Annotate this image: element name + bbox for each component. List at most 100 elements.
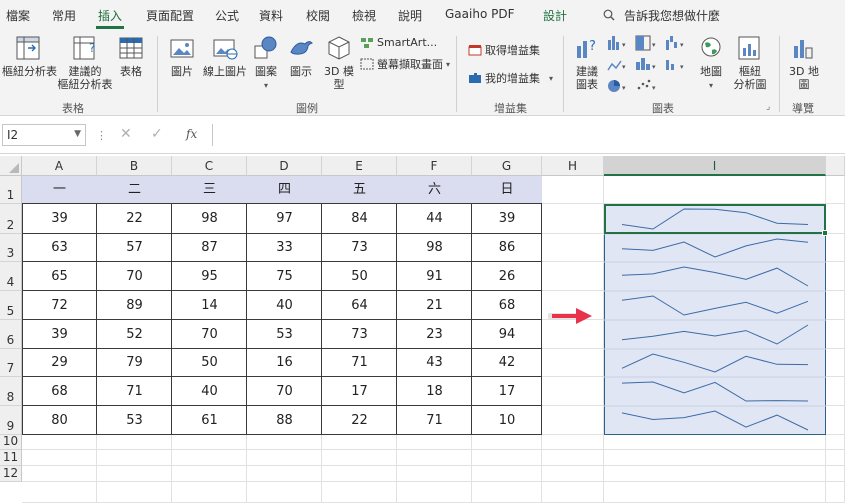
table-cell[interactable]: 87 <box>172 234 247 262</box>
table-cell[interactable]: 39 <box>22 320 97 349</box>
fill-handle[interactable] <box>822 230 828 236</box>
row-header-7[interactable]: 7 <box>0 349 22 377</box>
recommended-pivot-button[interactable]: ? 建議的 樞紐分析表 <box>56 34 114 91</box>
table-cell[interactable]: 70 <box>247 377 322 406</box>
table-cell[interactable]: 40 <box>247 291 322 320</box>
table-cell[interactable]: 17 <box>472 377 542 406</box>
table-cell[interactable]: 70 <box>172 320 247 349</box>
row-header-8[interactable]: 8 <box>0 377 22 406</box>
table-cell[interactable]: 98 <box>397 234 472 262</box>
table-cell[interactable]: 22 <box>97 204 172 234</box>
table-cell[interactable]: 57 <box>97 234 172 262</box>
row-header-2[interactable]: 2 <box>0 204 22 234</box>
row-header-10[interactable]: 10 <box>0 434 22 450</box>
table-cell[interactable]: 94 <box>472 320 542 349</box>
column-header-h[interactable]: H <box>542 156 604 176</box>
table-cell[interactable]: 73 <box>322 320 397 349</box>
table-cell[interactable]: 39 <box>22 204 97 234</box>
table-cell[interactable]: 86 <box>472 234 542 262</box>
table-cell[interactable]: 26 <box>472 262 542 291</box>
table-header-cell[interactable]: 三 <box>172 176 247 204</box>
row-header-5[interactable]: 5 <box>0 291 22 320</box>
table-cell[interactable]: 65 <box>22 262 97 291</box>
get-addins-button[interactable]: 取得增益集 <box>468 42 540 58</box>
tab-file[interactable]: 檔案 <box>6 7 30 24</box>
tab-design[interactable]: 設計 <box>543 7 567 24</box>
table-cell[interactable]: 75 <box>247 262 322 291</box>
table-cell[interactable]: 89 <box>97 291 172 320</box>
table-cell[interactable]: 44 <box>397 204 472 234</box>
table-header-cell[interactable]: 六 <box>397 176 472 204</box>
tab-review[interactable]: 校閱 <box>306 7 330 24</box>
shapes-button[interactable]: 圖案 ▾ <box>251 34 281 92</box>
table-cell[interactable]: 50 <box>172 349 247 377</box>
table-cell[interactable]: 84 <box>322 204 397 234</box>
select-all-button[interactable] <box>0 156 22 176</box>
smartart-button[interactable]: SmartArt... <box>360 36 437 49</box>
table-cell[interactable]: 72 <box>22 291 97 320</box>
table-cell[interactable]: 29 <box>22 349 97 377</box>
row-header-9[interactable]: 9 <box>0 406 22 435</box>
pictures-button[interactable]: 圖片 <box>165 34 199 78</box>
table-cell[interactable]: 53 <box>247 320 322 349</box>
table-cell[interactable]: 64 <box>322 291 397 320</box>
table-cell[interactable]: 61 <box>172 406 247 435</box>
name-box[interactable]: I2 ▼ <box>2 124 86 146</box>
row-header-1[interactable]: 1 <box>0 176 22 204</box>
chart-type-gallery[interactable]: ▾ ▾ ▾ ▾ ▾ ▾ ▾ ▾ <box>606 34 694 94</box>
column-header-c[interactable]: C <box>172 156 247 176</box>
table-cell[interactable]: 88 <box>247 406 322 435</box>
name-box-dropdown-icon[interactable]: ▼ <box>74 129 81 139</box>
table-cell[interactable]: 68 <box>472 291 542 320</box>
column-header-g[interactable]: G <box>472 156 542 176</box>
table-button[interactable]: 表格 <box>115 34 147 78</box>
table-cell[interactable]: 17 <box>322 377 397 406</box>
enter-icon[interactable]: ✓ <box>151 126 163 142</box>
table-cell[interactable]: 42 <box>472 349 542 377</box>
table-cell[interactable]: 22 <box>322 406 397 435</box>
tab-insert[interactable]: 插入 <box>98 7 122 24</box>
row-header-6[interactable]: 6 <box>0 320 22 349</box>
screenshot-button[interactable]: 螢幕擷取畫面 ▾ <box>360 56 450 72</box>
table-cell[interactable]: 73 <box>322 234 397 262</box>
table-cell[interactable]: 21 <box>397 291 472 320</box>
tab-home[interactable]: 常用 <box>52 7 76 24</box>
column-header-b[interactable]: B <box>97 156 172 176</box>
table-cell[interactable]: 23 <box>397 320 472 349</box>
pivot-chart-button[interactable]: 樞紐 分析圖 <box>728 34 772 91</box>
3d-map-button[interactable]: 3D 地 圖 <box>784 34 824 91</box>
worksheet-grid[interactable]: ABCDEFGHI 1 2 3 4 5 6 7 8 9 10 11 12 一二三四五六日 39 22 98 9… <box>0 156 845 503</box>
column-header-i[interactable]: I <box>604 156 826 176</box>
insert-function-button[interactable]: fx <box>186 127 197 141</box>
maps-button[interactable]: 地圖 ▾ <box>696 34 726 92</box>
table-cell[interactable]: 63 <box>22 234 97 262</box>
table-cell[interactable]: 95 <box>172 262 247 291</box>
table-cell[interactable]: 97 <box>247 204 322 234</box>
table-cell[interactable]: 71 <box>397 406 472 435</box>
table-header-cell[interactable]: 一 <box>22 176 97 204</box>
table-cell[interactable]: 79 <box>97 349 172 377</box>
tab-page-layout[interactable]: 頁面配置 <box>146 7 194 24</box>
table-cell[interactable]: 14 <box>172 291 247 320</box>
my-addins-button[interactable]: 我的增益集 ▾ <box>468 70 553 86</box>
table-cell[interactable]: 10 <box>472 406 542 435</box>
tab-data[interactable]: 資料 <box>259 7 283 24</box>
column-header-f[interactable]: F <box>397 156 472 176</box>
table-header-cell[interactable]: 二 <box>97 176 172 204</box>
row-header-4[interactable]: 4 <box>0 262 22 291</box>
tab-gaaiho-pdf[interactable]: Gaaiho PDF <box>445 7 514 21</box>
table-cell[interactable]: 80 <box>22 406 97 435</box>
3d-models-button[interactable]: 3D 模 型 <box>322 34 356 91</box>
tell-me-box[interactable]: 告訴我您想做什麼 <box>624 7 720 24</box>
cancel-icon[interactable]: ✕ <box>120 126 132 142</box>
table-cell[interactable]: 71 <box>322 349 397 377</box>
table-cell[interactable]: 52 <box>97 320 172 349</box>
table-cell[interactable]: 33 <box>247 234 322 262</box>
column-header-e[interactable]: E <box>322 156 397 176</box>
table-cell[interactable]: 16 <box>247 349 322 377</box>
table-header-cell[interactable]: 四 <box>247 176 322 204</box>
table-header-cell[interactable]: 日 <box>472 176 542 204</box>
column-header-a[interactable]: A <box>22 156 97 176</box>
table-header-cell[interactable]: 五 <box>322 176 397 204</box>
table-cell[interactable]: 70 <box>97 262 172 291</box>
